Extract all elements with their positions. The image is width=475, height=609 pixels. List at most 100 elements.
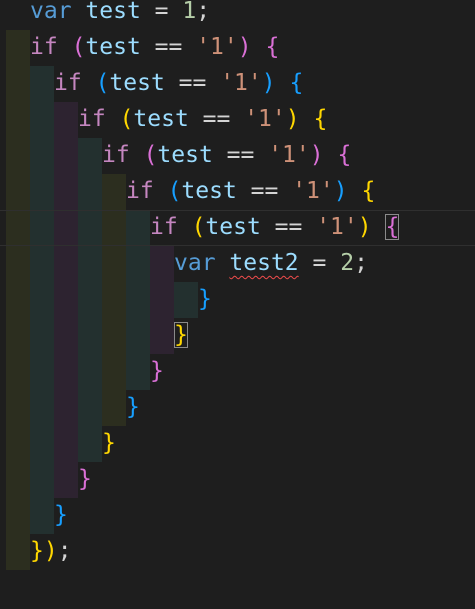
code-token: ==	[260, 214, 317, 240]
keyword-token: var	[30, 0, 72, 24]
code-token: ==	[140, 34, 197, 60]
number-token: 2	[340, 250, 355, 276]
code-editor[interactable]: var test = 1; if (test == '1') {if (test …	[0, 0, 475, 609]
bracket-token: }	[150, 358, 164, 384]
code-token: ==	[188, 106, 245, 132]
bracket-token: (	[191, 214, 206, 240]
bracket-token: {	[337, 142, 352, 168]
keyword-token: if	[126, 178, 154, 204]
code-line[interactable]: if (test == '1') {	[102, 138, 351, 174]
bracket-token: {	[265, 34, 280, 60]
identifier-token: test	[109, 70, 165, 96]
bracket-token: )	[333, 178, 348, 204]
code-token: ;	[196, 0, 211, 24]
code-token: ;	[354, 250, 368, 276]
keyword-token: if	[78, 106, 106, 132]
bracket-token: (	[95, 70, 110, 96]
indent-guide-2	[54, 102, 78, 498]
bracket-token: )	[309, 142, 324, 168]
bracket-token: )	[237, 34, 252, 60]
code-line[interactable]: }	[198, 282, 212, 318]
code-line[interactable]: }	[150, 354, 164, 390]
bracket-token: }	[54, 502, 68, 528]
code-token: ==	[236, 178, 293, 204]
identifier-token: test	[85, 34, 141, 60]
identifier-token: test	[133, 106, 189, 132]
identifier-token: test	[181, 178, 237, 204]
string-token: '1'	[196, 34, 238, 60]
code-token: ;	[57, 538, 72, 564]
code-line[interactable]: var test = 1;	[30, 0, 210, 30]
bracket-token: }	[198, 286, 212, 312]
string-token: '1'	[220, 70, 262, 96]
keyword-token: if	[54, 70, 82, 96]
bracket-token: }	[126, 394, 140, 420]
code-line[interactable]: var test2 = 2;	[174, 246, 368, 282]
code-line[interactable]: }	[102, 426, 116, 462]
code-line[interactable]: if (test == '1') {	[126, 174, 375, 210]
identifier-token: test	[85, 0, 141, 24]
bracket-token: {	[385, 214, 400, 240]
bracket-token: })	[30, 538, 58, 564]
keyword-token: if	[150, 214, 178, 240]
keyword-token: if	[30, 34, 58, 60]
string-token: '1'	[316, 214, 358, 240]
bracket-token: (	[143, 142, 158, 168]
keyword-token: if	[102, 142, 130, 168]
bracket-token: {	[313, 106, 328, 132]
indent-guide-5	[126, 210, 150, 390]
indent-guide-7	[174, 282, 198, 318]
indent-guide-0	[6, 30, 30, 570]
keyword-token: var	[174, 250, 216, 276]
code-token: ==	[212, 142, 269, 168]
indent-guide-3	[78, 138, 102, 462]
bracket-token: }	[174, 322, 188, 348]
string-token: '1'	[292, 178, 334, 204]
indent-guide-6	[150, 246, 174, 354]
code-line[interactable]: }	[78, 462, 92, 498]
code-token: =	[298, 250, 341, 276]
code-line[interactable]: }	[126, 390, 140, 426]
string-token: '1'	[244, 106, 286, 132]
bracket-token: {	[361, 178, 376, 204]
code-line[interactable]: if (test == '1') {	[54, 66, 303, 102]
number-token: 1	[182, 0, 197, 24]
bracket-token: (	[71, 34, 86, 60]
code-token: ==	[164, 70, 221, 96]
bracket-token: )	[357, 214, 372, 240]
indent-guide-1	[30, 66, 54, 534]
bracket-token: {	[289, 70, 304, 96]
code-line[interactable]: if (test == '1') {	[78, 102, 327, 138]
indent-guide-4	[102, 174, 126, 426]
code-line[interactable]: }	[174, 318, 188, 354]
bracket-token: }	[102, 430, 116, 456]
bracket-token: )	[285, 106, 300, 132]
bracket-token: )	[261, 70, 276, 96]
bracket-token: (	[119, 106, 134, 132]
identifier-token: test	[157, 142, 213, 168]
bracket-token: }	[78, 466, 92, 492]
identifier-token: test	[205, 214, 261, 240]
error-identifier-token: test2	[229, 250, 299, 276]
code-line[interactable]: if (test == '1') {	[30, 30, 279, 66]
code-line[interactable]: if (test == '1') {	[150, 210, 400, 246]
string-token: '1'	[268, 142, 310, 168]
bracket-token: (	[167, 178, 182, 204]
code-line[interactable]: });	[30, 534, 72, 570]
code-line[interactable]: }	[54, 498, 68, 534]
code-token: =	[140, 0, 183, 24]
